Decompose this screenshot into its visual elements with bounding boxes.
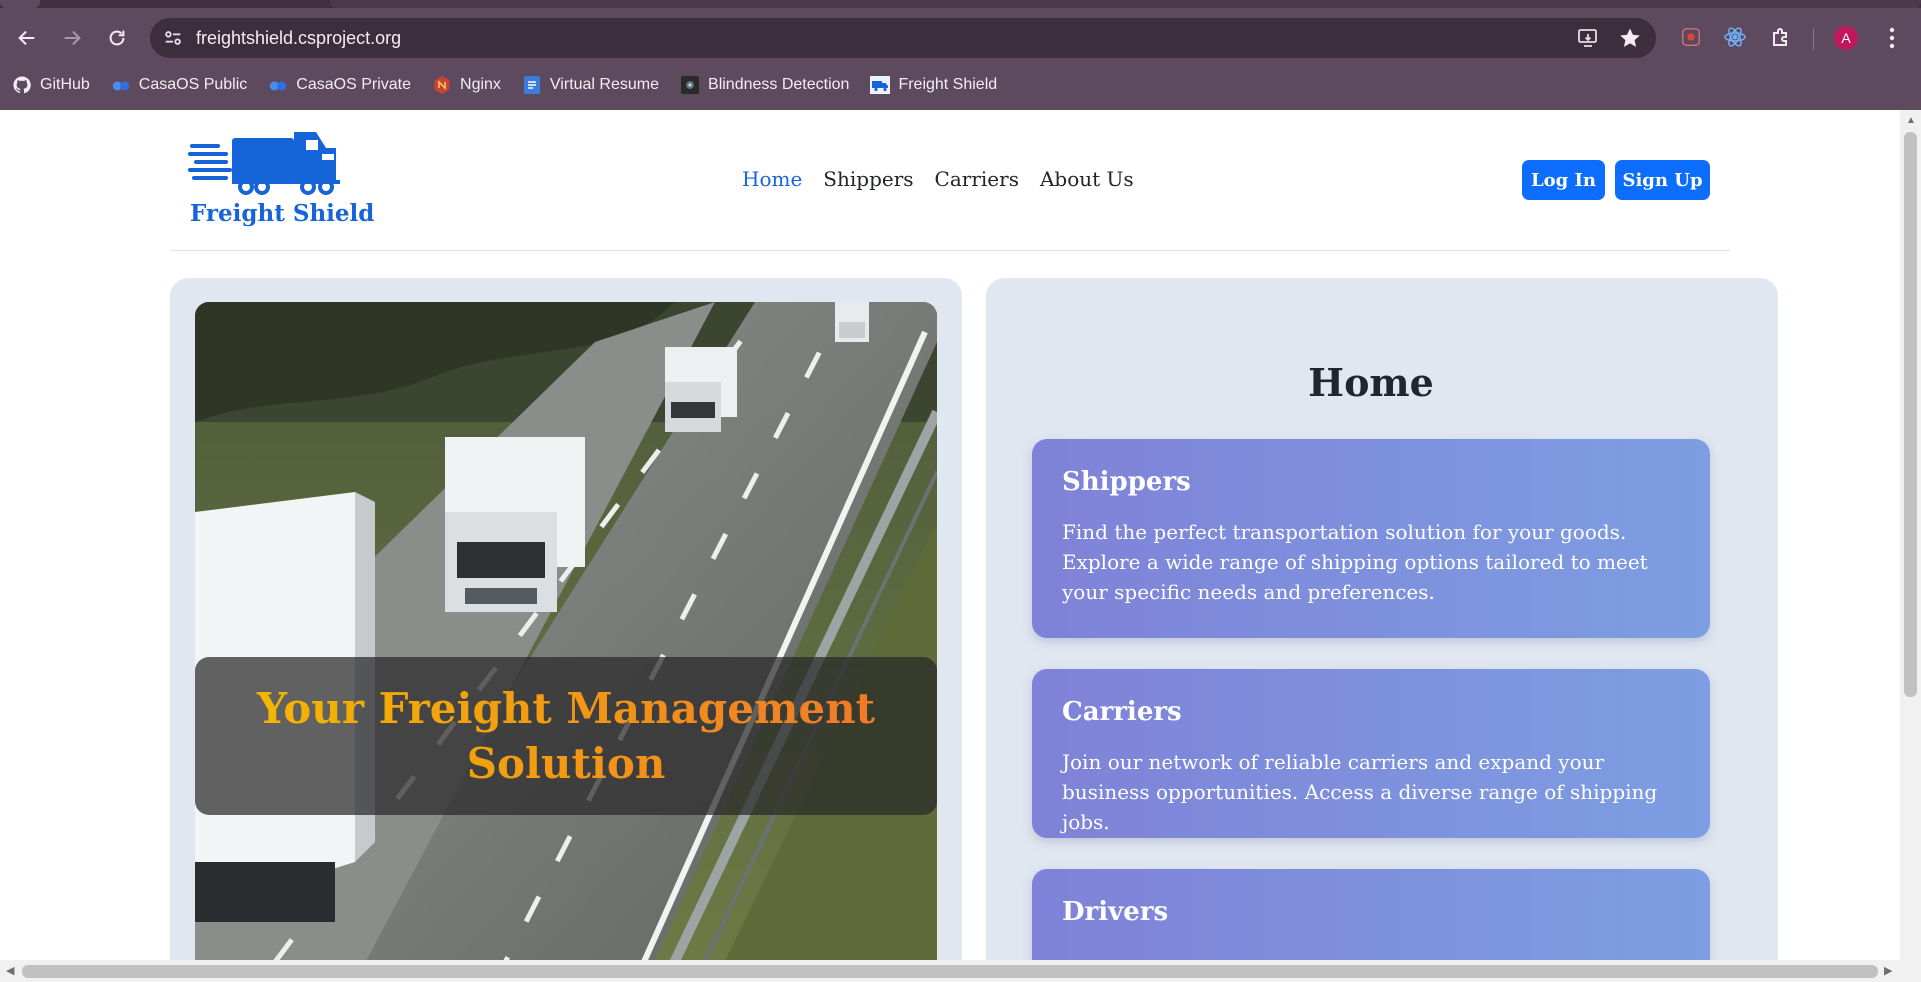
scrollbar-corner — [1900, 960, 1921, 982]
card-title: Shippers — [1062, 467, 1191, 497]
react-devtools-icon[interactable] — [1720, 22, 1750, 52]
nav-home[interactable]: Home — [742, 167, 802, 191]
tab-strip — [0, 0, 1921, 8]
bookmark-blindness-detection[interactable]: Blindness Detection — [680, 75, 849, 95]
bookmark-virtual-resume[interactable]: Virtual Resume — [522, 75, 659, 95]
nav-carriers[interactable]: Carriers — [935, 167, 1019, 191]
bookmark-label: GitHub — [40, 76, 90, 93]
scroll-right-icon[interactable]: ▶ — [1884, 964, 1892, 977]
nginx-icon — [432, 75, 452, 95]
browser-chrome: freightshield.csproject.org A GitHub Cas… — [0, 0, 1921, 110]
bookmark-freight-shield[interactable]: Freight Shield — [870, 75, 997, 95]
hero-overlay: Your Freight Management Solution — [195, 657, 937, 815]
truck-icon — [870, 75, 891, 95]
highway-trucks-image — [195, 302, 937, 960]
brand-logo[interactable] — [188, 130, 340, 200]
scroll-left-icon[interactable]: ◀ — [6, 964, 14, 977]
doc-icon — [522, 75, 542, 95]
kebab-menu-icon[interactable] — [1880, 24, 1904, 52]
signup-button[interactable]: Sign Up — [1615, 160, 1710, 200]
vertical-scroll-thumb[interactable] — [1904, 132, 1917, 697]
card-text: Find the perfect transportation solution… — [1062, 520, 1648, 604]
address-bar[interactable]: freightshield.csproject.org — [150, 18, 1656, 58]
main-nav: Home Shippers Carriers About Us — [742, 167, 1155, 191]
drivers-card[interactable]: Drivers — [1032, 869, 1710, 960]
bookmark-nginx[interactable]: Nginx — [432, 75, 501, 95]
profile-avatar[interactable]: A — [1834, 26, 1858, 50]
hero-headline: Your Freight Management Solution — [256, 681, 876, 791]
bookmarks-bar: GitHub CasaOS Public CasaOS Private Ngin… — [12, 72, 1018, 98]
bookmark-label: CasaOS Private — [296, 76, 412, 93]
vertical-scrollbar[interactable]: ▲ — [1900, 110, 1921, 960]
nav-shippers[interactable]: Shippers — [823, 167, 913, 191]
hero-image: Your Freight Management Solution — [195, 302, 937, 960]
eye-icon — [680, 75, 700, 95]
header-divider — [170, 250, 1730, 251]
reload-icon[interactable] — [99, 20, 135, 56]
install-app-icon[interactable] — [1576, 26, 1600, 50]
extensions-puzzle-icon[interactable] — [1766, 22, 1796, 52]
star-icon[interactable] — [1618, 26, 1642, 50]
nav-about-us[interactable]: About Us — [1040, 167, 1134, 191]
card-title: Drivers — [1062, 897, 1169, 927]
page-viewport: Freight Shield Home Shippers Carriers Ab… — [0, 110, 1900, 960]
card-title: Carriers — [1062, 697, 1182, 727]
back-arrow-icon[interactable] — [9, 20, 45, 56]
github-icon — [12, 75, 32, 95]
casaos-icon — [268, 75, 288, 95]
shippers-card[interactable]: Shippers Find the perfect transportation… — [1032, 439, 1710, 638]
toolbar-divider — [1813, 28, 1814, 50]
url-text[interactable]: freightshield.csproject.org — [196, 28, 401, 49]
bookmark-label: Virtual Resume — [549, 76, 660, 93]
truck-logo-icon — [188, 132, 340, 195]
record-extension-icon[interactable] — [1676, 22, 1706, 52]
bookmark-github[interactable]: GitHub — [12, 75, 90, 95]
section-title: Home — [1308, 360, 1434, 405]
forward-arrow-icon[interactable] — [54, 20, 90, 56]
bookmark-label: CasaOS Public — [138, 76, 248, 93]
horizontal-scroll-thumb[interactable] — [22, 965, 1878, 978]
tune-icon[interactable] — [162, 27, 184, 49]
brand-name[interactable]: Freight Shield — [190, 200, 374, 227]
bookmark-label: Blindness Detection — [708, 76, 850, 93]
bookmark-casaos-private[interactable]: CasaOS Private — [268, 75, 411, 95]
casaos-icon — [111, 75, 131, 95]
scroll-up-icon[interactable]: ▲ — [1906, 116, 1916, 126]
login-button[interactable]: Log In — [1522, 160, 1605, 200]
card-text: Join our network of reliable carriers an… — [1062, 750, 1658, 834]
bookmark-casaos-public[interactable]: CasaOS Public — [111, 75, 248, 95]
horizontal-scrollbar[interactable]: ◀ ▶ — [0, 960, 1900, 982]
bookmark-label: Nginx — [460, 76, 501, 93]
bookmark-label: Freight Shield — [898, 76, 998, 93]
carriers-card[interactable]: Carriers Join our network of reliable ca… — [1032, 669, 1710, 838]
